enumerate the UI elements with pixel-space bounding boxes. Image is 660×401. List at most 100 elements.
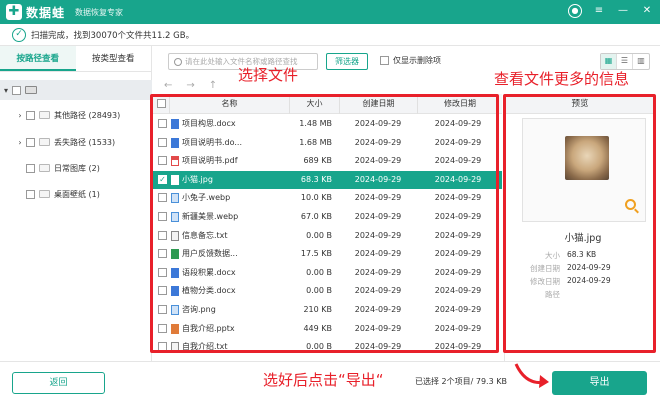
file-name-cell: 项目构思.docx (182, 119, 236, 128)
close-button[interactable]: ✕ (640, 4, 654, 18)
header-name[interactable]: 名称 (170, 94, 290, 114)
app-name: 数据蛙 (26, 5, 66, 20)
table-row[interactable]: ✓ 小猫.jpg 68.3 KB 2024-09-29 2024-09-29 (152, 170, 502, 189)
created-date-cell: 2024-09-29 (354, 323, 402, 333)
table-row[interactable]: 信息备忘.txt 0.00 B 2024-09-29 2024-09-29 (152, 227, 502, 245)
word-doc-icon (171, 267, 179, 278)
tree-checkbox[interactable] (26, 110, 35, 120)
row-checkbox[interactable] (158, 305, 167, 314)
table-row[interactable]: 植物分类.docx 0.00 B 2024-09-29 2024-09-29 (152, 282, 502, 300)
check-circle-icon: ✓ (12, 27, 26, 42)
tree-item-lost-paths[interactable]: › 丢失路径 (1533) (0, 132, 152, 152)
collapse-arrow-icon[interactable]: ▾ (0, 86, 12, 95)
info-label: 修改日期 (530, 277, 560, 286)
deleted-only-label: 仅显示删除项 (393, 56, 441, 65)
row-checkbox[interactable] (158, 119, 167, 128)
table-row[interactable]: 自我介绍.txt 0.00 B 2024-09-29 2024-09-29 (152, 338, 502, 356)
preview-thumbnail-box (522, 118, 646, 222)
tab-by-path[interactable]: 按路径查看 (0, 46, 76, 71)
table-row[interactable]: 项目说明书.do... 1.68 MB 2024-09-29 2024-09-29 (152, 134, 502, 152)
row-checkbox[interactable] (158, 230, 167, 240)
select-all-checkbox[interactable] (157, 99, 166, 108)
created-date-cell: 2024-09-29 (354, 305, 402, 314)
tree-checkbox[interactable] (26, 137, 35, 147)
row-checkbox[interactable] (158, 267, 167, 277)
folder-icon (39, 138, 50, 146)
row-checkbox[interactable] (158, 193, 167, 203)
tree-item-label: 丢失路径 (1533) (54, 137, 116, 147)
created-date-cell: 2024-09-29 (354, 156, 402, 166)
deleted-only-checkbox[interactable] (380, 56, 389, 65)
row-checkbox[interactable] (158, 286, 167, 296)
list-view-icon[interactable]: ☰ (617, 54, 633, 69)
file-name-cell: 小猫.jpg (182, 174, 213, 184)
filter-button[interactable]: 筛选器 (326, 53, 368, 70)
tree-item-label: 桌面壁纸 (1) (54, 189, 100, 199)
back-button[interactable]: 返回 (12, 372, 105, 394)
header-size[interactable]: 大小 (290, 94, 340, 114)
preview-info-modified: 修改日期 2024-09-29 (505, 276, 660, 288)
up-arrow-icon[interactable]: ↑ (209, 80, 217, 91)
back-arrow-icon[interactable]: ← (164, 80, 172, 91)
file-name-cell: 新疆美景.webp (182, 212, 239, 221)
info-label: 路径 (545, 290, 560, 299)
created-date-cell: 2024-09-29 (354, 230, 402, 240)
table-row[interactable]: 小兔子.webp 10.0 KB 2024-09-29 2024-09-29 (152, 189, 502, 207)
file-name-cell: 小兔子.webp (182, 193, 231, 203)
row-checkbox[interactable] (158, 156, 167, 166)
selected-info: 已选择 2个项目/ 79.3 KB (415, 377, 507, 386)
row-checkbox[interactable]: ✓ (158, 174, 167, 184)
detail-view-icon[interactable]: ▥ (633, 54, 649, 69)
info-label: 创建日期 (530, 264, 560, 273)
tree-checkbox[interactable] (26, 163, 35, 173)
tree-item-root-drive[interactable]: ▾ (0, 80, 152, 100)
info-value: 68.3 KB (567, 250, 597, 259)
tree-checkbox[interactable] (26, 189, 35, 199)
expand-arrow-icon[interactable]: › (14, 111, 26, 120)
logo-cross-icon: ✚ (6, 4, 22, 20)
file-name-cell: 项目说明书.do... (182, 137, 243, 147)
table-row[interactable]: 新疆美景.webp 67.0 KB 2024-09-29 2024-09-29 (152, 208, 502, 226)
modified-date-cell: 2024-09-29 (434, 193, 482, 203)
preview-info-size: 大小 68.3 KB (505, 250, 660, 262)
export-button[interactable]: 导出 (552, 371, 647, 395)
expand-arrow-icon[interactable]: › (14, 138, 26, 147)
table-row[interactable]: 项目构思.docx 1.48 MB 2024-09-29 2024-09-29 (152, 115, 502, 133)
table-row[interactable]: 自我介绍.pptx 449 KB 2024-09-29 2024-09-29 (152, 320, 502, 338)
row-checkbox[interactable] (158, 249, 167, 259)
file-size-cell: 0.00 B (306, 230, 332, 240)
tab-by-type[interactable]: 按类型查看 (76, 46, 152, 71)
table-row[interactable]: 用户反馈数据... 17.5 KB 2024-09-29 2024-09-29 (152, 245, 502, 263)
grid-view-icon[interactable]: ▦ (601, 54, 617, 69)
file-size-cell: 1.48 MB (299, 119, 332, 128)
table-row[interactable]: 咨询.png 210 KB 2024-09-29 2024-09-29 (152, 301, 502, 319)
table-row[interactable]: 语段积累.docx 0.00 B 2024-09-29 2024-09-29 (152, 264, 502, 282)
created-date-cell: 2024-09-29 (354, 267, 402, 277)
file-size-cell: 17.5 KB (300, 249, 332, 259)
row-checkbox[interactable] (158, 212, 167, 221)
user-icon[interactable]: ● (568, 4, 582, 18)
row-checkbox[interactable] (158, 137, 167, 147)
row-checkbox[interactable] (158, 323, 167, 333)
minimize-button[interactable]: — (616, 4, 630, 18)
created-date-cell: 2024-09-29 (354, 249, 402, 259)
file-size-cell: 10.0 KB (300, 193, 332, 203)
header-modified[interactable]: 修改日期 (418, 94, 502, 114)
tree-item-other-paths[interactable]: › 其他路径 (28493) (0, 105, 152, 125)
table-row[interactable]: 项目说明书.pdf 689 KB 2024-09-29 2024-09-29 (152, 152, 502, 170)
info-value: 2024-09-29 (567, 276, 611, 285)
tree-item-desktop-wallpaper[interactable]: 桌面壁纸 (1) (0, 184, 152, 204)
deleted-only-toggle[interactable]: 仅显示删除项 (380, 55, 441, 66)
info-value: 2024-09-29 (567, 263, 611, 272)
tree-item-label: 其他路径 (28493) (54, 110, 121, 120)
preview-title: 预览 (505, 94, 655, 114)
forward-arrow-icon[interactable]: → (186, 80, 194, 91)
tree-item-daily-gallery[interactable]: 日常图库 (2) (0, 158, 152, 178)
modified-date-cell: 2024-09-29 (434, 286, 482, 296)
tree-checkbox[interactable] (12, 85, 21, 95)
file-name-cell: 信息备忘.txt (182, 230, 228, 240)
header-created[interactable]: 创建日期 (340, 94, 418, 114)
menu-icon[interactable]: ≡ (592, 4, 606, 18)
row-checkbox[interactable] (158, 342, 167, 352)
zoom-icon[interactable] (625, 199, 636, 210)
